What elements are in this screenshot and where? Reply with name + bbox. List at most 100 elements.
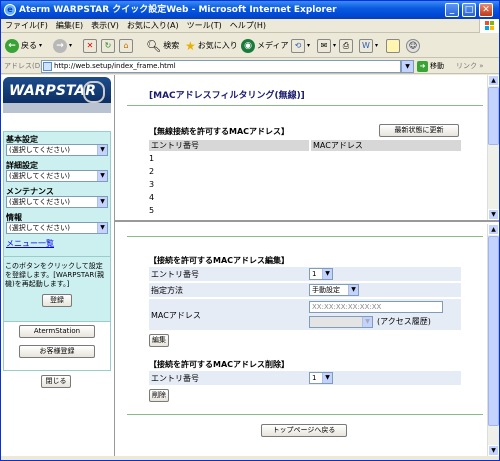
note-icon (386, 39, 400, 53)
col-entry-header: エントリ番号 (149, 140, 309, 151)
aterm-station-button[interactable]: AtermStation (19, 325, 95, 338)
edit-page-button[interactable]: W ▾ (359, 37, 378, 55)
browser-window: e Aterm WARPSTAR クイック設定Web - Microsoft I… (0, 0, 500, 461)
messenger-icon: ☺ (406, 39, 420, 53)
maintenance-select[interactable]: (選択してください) ▼ (6, 196, 108, 208)
scroll-down-icon[interactable]: ▼ (488, 209, 499, 220)
refresh-status-button[interactable]: 最新状態に更新 (379, 124, 459, 137)
edit-button[interactable]: 編集 (149, 334, 169, 347)
media-button[interactable]: ◉ メディア (241, 37, 288, 55)
links-button[interactable]: リンク » (456, 60, 484, 73)
scroll-up-icon[interactable]: ▲ (488, 75, 499, 86)
close-button[interactable]: ✕ (479, 3, 493, 17)
history-button[interactable]: ⟲ ▾ (291, 37, 310, 55)
forward-button[interactable]: → ▾ (53, 37, 72, 55)
title-bar: e Aterm WARPSTAR クイック設定Web - Microsoft I… (1, 1, 499, 19)
page-title: [MACアドレスフィルタリング(無線)] (149, 91, 305, 101)
edit-mac-title: 【接続を許可するMACアドレス編集】 (149, 256, 290, 265)
bottom-frame-scrollbar[interactable]: ▲ ▼ (487, 224, 499, 456)
scroll-up-icon[interactable]: ▲ (488, 224, 499, 235)
mail-button[interactable]: ✉ ▾ (317, 37, 336, 55)
chevron-down-icon: ▼ (322, 373, 332, 383)
basic-settings-select[interactable]: (選択してください) ▼ (6, 144, 108, 156)
mac-address-input[interactable]: XX:XX:XX:XX:XX:XX (309, 301, 443, 313)
favorites-button[interactable]: ★ お気に入り (185, 37, 238, 55)
dropdown-arrow-icon[interactable]: ▾ (307, 37, 310, 55)
top-frame-scrollbar[interactable]: ▲ ▼ (487, 75, 499, 220)
scroll-down-icon[interactable]: ▼ (488, 445, 499, 456)
window-title: Aterm WARPSTAR クイック設定Web - Microsoft Int… (19, 5, 337, 15)
method-row: 指定方法 手動設定 ▼ (149, 283, 461, 298)
close-window-button[interactable]: 閉じる (41, 375, 71, 388)
left-frame: WARPSTAR 基本設定 (選択してください) ▼ 詳細設定 (選択してください… (1, 75, 115, 456)
dropdown-arrow-icon[interactable]: ▾ (375, 37, 378, 55)
delete-entry-row: エントリ番号 1 ▼ (149, 371, 461, 386)
chevron-down-icon: ▼ (97, 197, 107, 207)
maximize-button[interactable]: □ (462, 3, 476, 17)
go-arrow-icon: ➜ (417, 61, 428, 72)
address-input[interactable]: http://web.setup/index_frame.html (41, 60, 401, 73)
dropdown-arrow-icon[interactable]: ▾ (69, 37, 72, 55)
logo-strip (3, 103, 111, 113)
minimize-button[interactable]: _ (445, 3, 459, 17)
delete-mac-title: 【接続を許可するMACアドレス削除】 (149, 360, 290, 369)
chevron-down-icon: ▼ (348, 285, 358, 295)
col-mac-header: MACアドレス (311, 140, 461, 151)
info-text: このボタンをクリックして設定を登録します。[WARPSTAR(親機)を再起動しま… (5, 262, 105, 288)
select-value: (選択してください) (9, 146, 71, 154)
register-button[interactable]: 登録 (42, 294, 72, 307)
menu-list-link[interactable]: メニュー一覧 (6, 238, 54, 249)
top-page-button[interactable]: トップページへ戻る (261, 424, 347, 437)
scroll-thumb[interactable] (488, 236, 499, 426)
refresh-button[interactable]: ↻ (101, 37, 115, 55)
home-icon: ⌂ (119, 39, 133, 53)
menu-favorites[interactable]: お気に入り(A) (123, 19, 183, 32)
chevron-down-icon: ▼ (97, 223, 107, 233)
entry-row: エントリ番号 1 ▼ (149, 267, 461, 282)
print-button[interactable]: ⎙ (339, 37, 353, 55)
table-row: 4 (149, 192, 459, 204)
table-row: 3 (149, 179, 459, 191)
page-icon (43, 62, 52, 71)
go-button[interactable]: ➜ 移動 (417, 60, 444, 73)
menu-help[interactable]: ヘルプ(H) (226, 19, 270, 32)
address-label: アドレス(D) (4, 62, 43, 70)
method-select[interactable]: 手動設定 ▼ (309, 284, 359, 296)
toolbar: ← 戻る ▾ → ▾ ✕ ↻ ⌂ 🔍︎ 検索 ★ お気に入り ◉ メディア ⟲ ▾… (1, 34, 499, 58)
print-icon: ⎙ (339, 39, 353, 53)
info-select[interactable]: (選択してください) ▼ (6, 222, 108, 234)
delete-button[interactable]: 削除 (149, 389, 169, 402)
chevron-down-icon: ▼ (97, 145, 107, 155)
menu-edit[interactable]: 編集(E) (52, 19, 87, 32)
menu-view[interactable]: 表示(V) (87, 19, 123, 32)
address-dropdown-icon[interactable]: ▼ (401, 60, 414, 73)
table-row: 1 (149, 153, 459, 165)
stop-button[interactable]: ✕ (83, 37, 97, 55)
bottom-frame: 【接続を許可するMACアドレス編集】 エントリ番号 1 ▼ 指定方法 手動設定 ▼ … (115, 224, 499, 456)
station-panel: AtermStation お客様登録 (3, 321, 111, 371)
menu-tools[interactable]: ツール(T) (183, 19, 226, 32)
divider (127, 236, 483, 237)
links-label: リンク (456, 62, 477, 70)
mac-row: MACアドレス XX:XX:XX:XX:XX:XX ▼ (アクセス履歴) (149, 299, 461, 331)
chevron-down-icon: ▼ (97, 171, 107, 181)
access-history-label: (アクセス履歴) (377, 317, 431, 326)
messenger-button[interactable]: ☺ (406, 37, 420, 55)
top-frame: [MACアドレスフィルタリング(無線)] 【無線接続を許可するMACアドレス】 … (115, 75, 499, 222)
chevron-down-icon: ▼ (322, 269, 332, 279)
entry-number-select[interactable]: 1 ▼ (309, 268, 333, 280)
customer-register-button[interactable]: お客様登録 (19, 345, 95, 358)
back-button[interactable]: ← 戻る ▾ (5, 37, 42, 55)
dropdown-arrow-icon[interactable]: ▾ (39, 37, 42, 55)
scroll-thumb[interactable] (488, 87, 499, 145)
menu-file[interactable]: ファイル(F) (1, 19, 52, 32)
windows-logo-icon (479, 19, 499, 33)
discuss-button[interactable] (386, 37, 400, 55)
dropdown-arrow-icon[interactable]: ▾ (333, 37, 336, 55)
advanced-settings-select[interactable]: (選択してください) ▼ (6, 170, 108, 182)
delete-entry-select[interactable]: 1 ▼ (309, 372, 333, 384)
home-button[interactable]: ⌂ (119, 37, 133, 55)
go-label: 移動 (430, 62, 444, 70)
star-icon: ★ (185, 39, 196, 53)
search-button[interactable]: 🔍︎ 検索 (146, 37, 179, 55)
